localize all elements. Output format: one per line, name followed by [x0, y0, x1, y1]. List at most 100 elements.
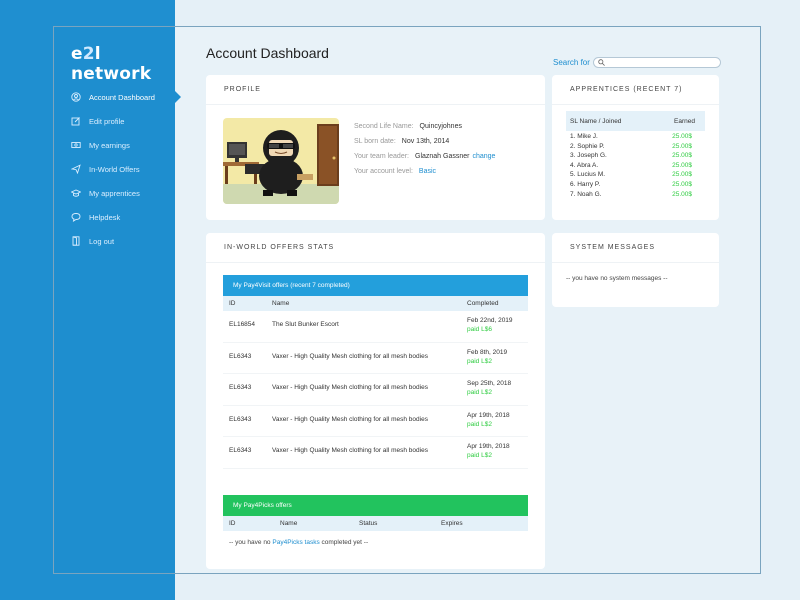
field-label: Your team leader: [354, 153, 409, 160]
sidebar: e2l network Account Dashboard Edit profi… [54, 27, 181, 573]
profile-row-name: Second Life Name: Quincyjohnes [354, 123, 495, 138]
table-row[interactable]: EL16854 The Slut Bunker Escort Feb 22nd,… [223, 311, 528, 343]
column-header-id: ID [229, 520, 236, 527]
offers-card: IN-WORLD OFFERS STATS My Pay4Visit offer… [206, 233, 545, 569]
pay4picks-tasks-link[interactable]: Pay4Picks tasks [272, 539, 319, 546]
system-messages-card: SYSTEM MESSAGES -- you have no system me… [552, 233, 719, 307]
cell-name: Vaxer - High Quality Mesh clothing for a… [272, 352, 428, 360]
field-value: Nov 13th, 2014 [401, 138, 450, 145]
system-message-text: -- you have no system messages -- [566, 275, 668, 282]
change-leader-link[interactable]: change [472, 153, 495, 168]
profile-card: PROFILE Second Life Name: Quincyjohnes S… [206, 75, 545, 220]
list-item: 7. Noah G. 25.00$ [570, 190, 692, 198]
sidebar-nav: Account Dashboard Edit profile My earnin… [54, 85, 181, 253]
cell-date: Feb 22nd, 2019 [467, 317, 513, 324]
offers-card-title: IN-WORLD OFFERS STATS [206, 233, 545, 263]
cell-paid: paid L$2 [467, 389, 492, 396]
column-header-expires: Expires [441, 520, 463, 527]
pay4visit-table: My Pay4Visit offers (recent 7 completed)… [223, 275, 528, 469]
sidebar-item-label: Log out [89, 236, 115, 246]
apprentices-table-header: SL Name / Joined Earned [566, 111, 705, 131]
edit-icon [71, 116, 81, 126]
profile-row-level: Your account level: Basic [354, 168, 495, 183]
search-input[interactable] [592, 57, 721, 68]
cell-id: EL6343 [229, 352, 252, 360]
cell-date: Apr 19th, 2018 [467, 443, 510, 450]
cell-id: EL6343 [229, 447, 252, 454]
cell-paid: paid L$6 [467, 326, 492, 333]
cell-paid: paid L$2 [467, 452, 492, 459]
send-icon [71, 164, 81, 174]
column-header-completed: Completed [467, 300, 499, 307]
profile-fields: Second Life Name: Quincyjohnes SL born d… [354, 123, 495, 183]
table-row[interactable]: EL6343 Vaxer - High Quality Mesh clothin… [223, 374, 528, 406]
list-item: 5. Lucius M. 25.00$ [570, 171, 692, 179]
profile-row-leader: Your team leader: Glaznah Gassner change [354, 153, 495, 168]
page-title: Account Dashboard [206, 45, 329, 61]
apprentices-list: 1. Mike J. 25.00$ 2. Sophie P. 25.00$ 3. J… [570, 133, 705, 200]
sidebar-item-log-out[interactable]: Log out [54, 229, 175, 253]
cell-date: Feb 8th, 2019 [467, 348, 508, 356]
sidebar-item-in-world-offers[interactable]: In-World Offers [54, 157, 175, 181]
pay4visit-table-header: ID Name Completed [223, 296, 528, 311]
list-item: 1. Mike J. 25.00$ [570, 133, 692, 140]
sidebar-item-my-earnings[interactable]: My earnings [54, 133, 175, 157]
pay4picks-table-header: ID Name Status Expires [223, 516, 528, 531]
graduation-cap-icon [71, 188, 81, 198]
sidebar-item-edit-profile[interactable]: Edit profile [54, 109, 175, 133]
apprentices-card-title: APPRENTICES (RECENT 7) [552, 75, 719, 105]
sidebar-item-label: In-World Offers [89, 164, 140, 174]
cell-name: Vaxer - High Quality Mesh clothing for a… [272, 384, 428, 391]
system-messages-title: SYSTEM MESSAGES [552, 233, 719, 263]
list-item: 4. Abra A. 25.00$ [570, 161, 692, 169]
cell-id: EL6343 [229, 384, 252, 391]
search-icon [598, 59, 605, 66]
profile-card-title: PROFILE [206, 75, 545, 105]
pay4visit-table-title: My Pay4Visit offers (recent 7 completed) [223, 275, 528, 296]
list-item: 6. Harry P. 25.00$ [570, 180, 692, 188]
column-header-status: Status [359, 520, 378, 527]
column-header-name: SL Name / Joined [570, 117, 622, 125]
sidebar-item-label: Account Dashboard [89, 92, 155, 102]
cell-id: EL16854 [229, 321, 256, 328]
sidebar-item-label: My earnings [89, 140, 130, 150]
cell-date: Apr 19th, 2018 [467, 411, 510, 419]
apprentices-card: APPRENTICES (RECENT 7) SL Name / Joined … [552, 75, 719, 220]
cell-name: Vaxer - High Quality Mesh clothing for a… [272, 415, 428, 423]
table-row[interactable]: EL6343 Vaxer - High Quality Mesh clothin… [223, 406, 528, 437]
table-row[interactable]: EL6343 Vaxer - High Quality Mesh clothin… [223, 437, 528, 469]
money-icon [71, 140, 81, 150]
profile-row-born: SL born date: Nov 13th, 2014 [354, 138, 495, 153]
sidebar-item-label: My apprentices [89, 188, 140, 198]
field-value: Quincyjohnes [419, 123, 462, 130]
pay4picks-empty-note: -- you have no Pay4Picks tasks completed… [229, 539, 369, 546]
column-header-name: Name [280, 520, 298, 527]
field-value: Glaznah Gassner [415, 153, 470, 160]
pay4picks-table-title: My Pay4Picks offers [223, 495, 528, 516]
search-bar: Search for [553, 57, 721, 68]
cell-date: Sep 25th, 2018 [467, 380, 512, 387]
logo[interactable]: e2l network [71, 44, 175, 84]
door-icon [71, 236, 81, 246]
sidebar-item-helpdesk[interactable]: Helpdesk [54, 205, 175, 229]
cell-paid: paid L$2 [467, 420, 492, 428]
field-label: Your account level: [354, 168, 413, 175]
column-header-earned: Earned [674, 117, 695, 125]
cell-name: The Slut Bunker Escort [272, 321, 339, 328]
user-circle-icon [71, 92, 81, 102]
field-label: Second Life Name: [354, 123, 414, 130]
account-level-link[interactable]: Basic [419, 168, 436, 183]
cell-name: Vaxer - High Quality Mesh clothing for a… [272, 447, 428, 454]
main-content: Account Dashboard Search for PROFILE Sec… [175, 27, 760, 573]
list-item: 2. Sophie P. 25.00$ [570, 142, 692, 150]
column-header-name: Name [272, 300, 290, 307]
sidebar-item-account-dashboard[interactable]: Account Dashboard [54, 85, 181, 109]
sidebar-item-label: Edit profile [89, 116, 125, 126]
table-row[interactable]: EL6343 Vaxer - High Quality Mesh clothin… [223, 343, 528, 374]
search-label: Search for [553, 58, 590, 67]
app-window: e2l network Account Dashboard Edit profi… [53, 26, 761, 574]
field-label: SL born date: [354, 138, 396, 145]
pay4picks-table: My Pay4Picks offers ID Name Status Expir… [223, 495, 528, 555]
list-item: 3. Joseph G. 25.00$ [570, 152, 692, 160]
sidebar-item-my-apprentices[interactable]: My apprentices [54, 181, 175, 205]
